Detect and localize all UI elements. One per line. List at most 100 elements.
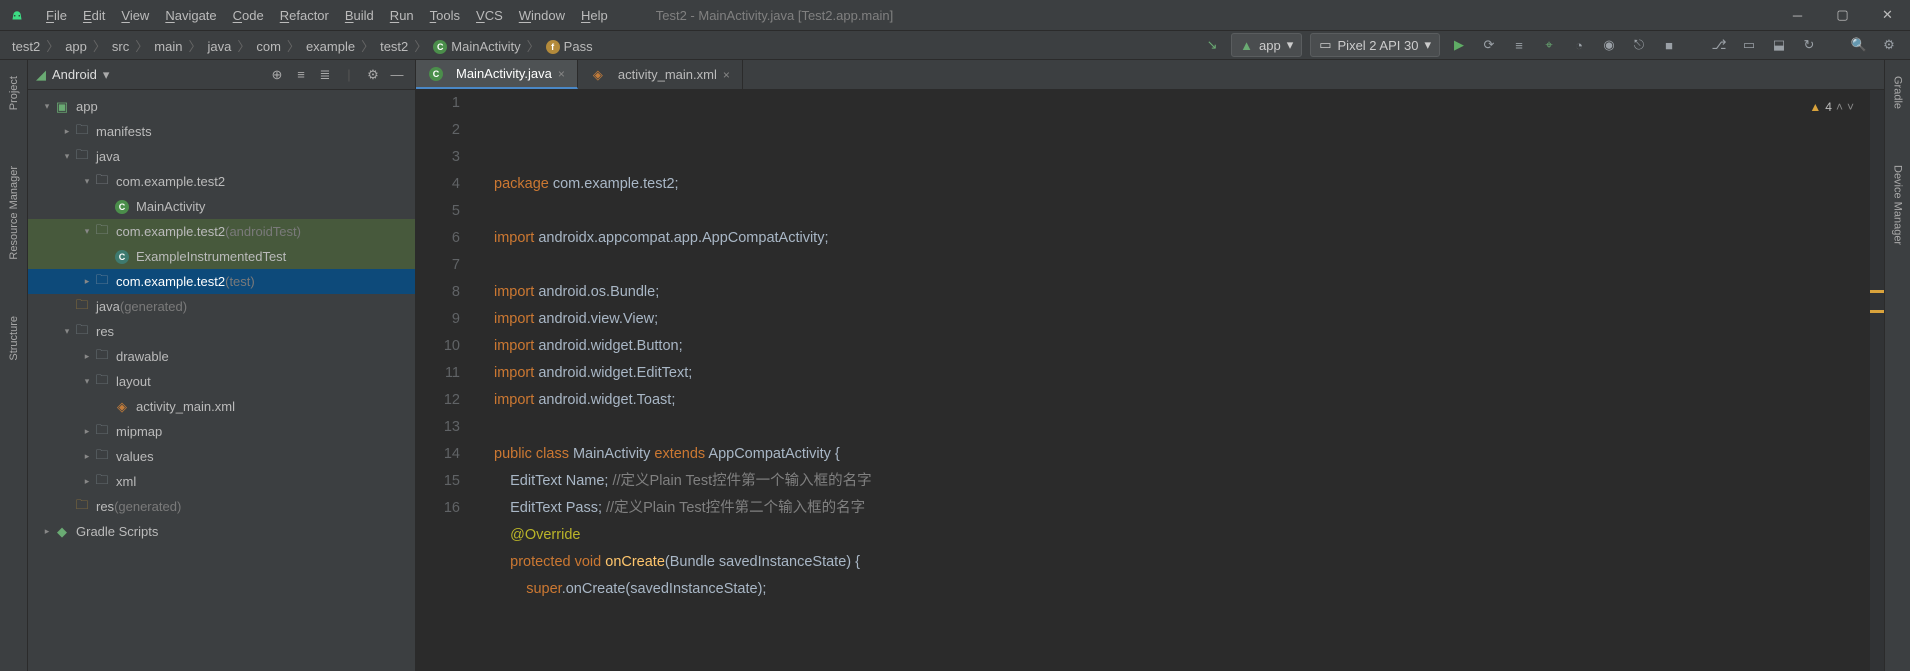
- stop-button[interactable]: ■: [1658, 34, 1680, 56]
- git-icon[interactable]: ⎇: [1708, 34, 1730, 56]
- code-line[interactable]: import android.widget.Button;: [494, 333, 1870, 360]
- menu-help[interactable]: Help: [573, 8, 616, 23]
- menu-build[interactable]: Build: [337, 8, 382, 23]
- menu-navigate[interactable]: Navigate: [157, 8, 224, 23]
- tree-row[interactable]: ▸🗀values: [28, 444, 415, 469]
- tab-close-icon[interactable]: ×: [723, 68, 730, 82]
- breadcrumb-item[interactable]: test2: [8, 39, 44, 54]
- coverage-icon[interactable]: ◉: [1598, 34, 1620, 56]
- tree-row[interactable]: ▸🗀xml: [28, 469, 415, 494]
- tree-arrow-icon[interactable]: ▸: [80, 451, 94, 462]
- code-line[interactable]: [494, 414, 1870, 441]
- code-line[interactable]: import androidx.appcompat.app.AppCompatA…: [494, 225, 1870, 252]
- select-opened-icon[interactable]: ⊕: [267, 65, 287, 85]
- tree-arrow-icon[interactable]: ▸: [80, 476, 94, 487]
- tree-row[interactable]: CExampleInstrumentedTest: [28, 244, 415, 269]
- tree-arrow-icon[interactable]: ▸: [60, 126, 74, 137]
- tab-resource-manager[interactable]: Resource Manager: [8, 158, 20, 268]
- code-line[interactable]: import android.widget.EditText;: [494, 360, 1870, 387]
- code-line[interactable]: protected void onCreate(Bundle savedInst…: [494, 549, 1870, 576]
- menu-run[interactable]: Run: [382, 8, 422, 23]
- breadcrumb-item[interactable]: src: [108, 39, 133, 54]
- module-selector[interactable]: ▲ app ▾: [1231, 33, 1302, 57]
- code-line[interactable]: EditText Pass; //定义Plain Test控件第二个输入框的名字: [494, 495, 1870, 522]
- tree-row[interactable]: ▸◆Gradle Scripts: [28, 519, 415, 544]
- avd-icon[interactable]: ▭: [1738, 34, 1760, 56]
- settings-icon[interactable]: ⚙: [1878, 34, 1900, 56]
- tab-close-icon[interactable]: ×: [558, 67, 565, 81]
- menu-refactor[interactable]: Refactor: [272, 8, 337, 23]
- tree-row[interactable]: ▸🗀mipmap: [28, 419, 415, 444]
- tree-row[interactable]: ▸🗀manifests: [28, 119, 415, 144]
- tree-arrow-icon[interactable]: ▸: [80, 351, 94, 362]
- tree-row[interactable]: ▾🗀res: [28, 319, 415, 344]
- chevron-down-icon[interactable]: ▾: [103, 67, 110, 83]
- tree-row[interactable]: 🗀res (generated): [28, 494, 415, 519]
- sync-icon[interactable]: ↘: [1201, 34, 1223, 56]
- breadcrumb-item[interactable]: java: [203, 39, 235, 54]
- warning-marker[interactable]: [1870, 290, 1884, 293]
- code-line[interactable]: @Override: [494, 522, 1870, 549]
- tree-row[interactable]: ▸🗀com.example.test2 (test): [28, 269, 415, 294]
- menu-file[interactable]: File: [38, 8, 75, 23]
- project-tree[interactable]: ▾▣app▸🗀manifests▾🗀java▾🗀com.example.test…: [28, 90, 415, 671]
- code-line[interactable]: package com.example.test2;: [494, 171, 1870, 198]
- sync-gradle-icon[interactable]: ↻: [1798, 34, 1820, 56]
- tree-arrow-icon[interactable]: ▾: [40, 101, 54, 112]
- warning-marker[interactable]: [1870, 310, 1884, 313]
- code-line[interactable]: import android.view.View;: [494, 306, 1870, 333]
- menu-view[interactable]: View: [113, 8, 157, 23]
- menu-vcs[interactable]: VCS: [468, 8, 511, 23]
- expand-icon[interactable]: ≡: [291, 65, 311, 85]
- maximize-button[interactable]: ▢: [1820, 0, 1865, 30]
- tree-arrow-icon[interactable]: ▾: [80, 226, 94, 237]
- gear-icon[interactable]: ⚙: [363, 65, 383, 85]
- menu-edit[interactable]: Edit: [75, 8, 113, 23]
- close-button[interactable]: ✕: [1865, 0, 1910, 30]
- tree-arrow-icon[interactable]: ▾: [80, 176, 94, 187]
- breadcrumb-item[interactable]: main: [150, 39, 186, 54]
- tree-row[interactable]: ◈activity_main.xml: [28, 394, 415, 419]
- tree-row[interactable]: ▾🗀layout: [28, 369, 415, 394]
- tree-arrow-icon[interactable]: ▸: [80, 426, 94, 437]
- tree-arrow-icon[interactable]: ▾: [80, 376, 94, 387]
- hide-icon[interactable]: —: [387, 65, 407, 85]
- breadcrumb-item[interactable]: com: [252, 39, 285, 54]
- code-editor[interactable]: 12345678910111213141516 ▲ 4 ˄ ˅ package …: [416, 90, 1884, 671]
- menu-tools[interactable]: Tools: [422, 8, 468, 23]
- run-button[interactable]: ▶: [1448, 34, 1470, 56]
- tree-row[interactable]: ▾▣app: [28, 94, 415, 119]
- tab-structure[interactable]: Structure: [8, 308, 20, 369]
- code-line[interactable]: EditText Name; //定义Plain Test控件第一个输入框的名字: [494, 468, 1870, 495]
- breadcrumb-item[interactable]: app: [61, 39, 91, 54]
- problems-badge[interactable]: ▲ 4 ˄ ˅: [1809, 94, 1854, 121]
- tree-row[interactable]: ▾🗀com.example.test2: [28, 169, 415, 194]
- breadcrumb-item[interactable]: example: [302, 39, 359, 54]
- chevron-down-icon[interactable]: ˅: [1847, 94, 1854, 121]
- project-mode-label[interactable]: Android: [52, 67, 97, 82]
- attach-debugger-icon[interactable]: ⎋: [1628, 34, 1650, 56]
- tree-row[interactable]: CMainActivity: [28, 194, 415, 219]
- chevron-up-icon[interactable]: ˄: [1836, 94, 1843, 121]
- breadcrumb-item[interactable]: CMainActivity: [429, 39, 524, 54]
- code-line[interactable]: import android.widget.Toast;: [494, 387, 1870, 414]
- profile-icon[interactable]: ◔: [1568, 34, 1590, 56]
- tree-arrow-icon[interactable]: ▸: [40, 526, 54, 537]
- tree-arrow-icon[interactable]: ▾: [60, 326, 74, 337]
- device-selector[interactable]: ▭ Pixel 2 API 30 ▾: [1310, 33, 1440, 57]
- tree-arrow-icon[interactable]: ▾: [60, 151, 74, 162]
- tab-gradle[interactable]: Gradle: [1892, 68, 1904, 117]
- tab-device-manager[interactable]: Device Manager: [1892, 157, 1904, 253]
- code-line[interactable]: public class MainActivity extends AppCom…: [494, 441, 1870, 468]
- editor-tab[interactable]: ◈activity_main.xml×: [578, 60, 743, 89]
- menu-code[interactable]: Code: [225, 8, 272, 23]
- tree-row[interactable]: ▾🗀java: [28, 144, 415, 169]
- tree-row[interactable]: ▸🗀drawable: [28, 344, 415, 369]
- menu-window[interactable]: Window: [511, 8, 573, 23]
- breadcrumb-item[interactable]: fPass: [542, 39, 597, 54]
- editor-tab[interactable]: CMainActivity.java×: [416, 60, 578, 89]
- debug-button[interactable]: ⌖: [1538, 34, 1560, 56]
- collapse-icon[interactable]: ≣: [315, 65, 335, 85]
- code-line[interactable]: super.onCreate(savedInstanceState);: [494, 576, 1870, 603]
- tree-row[interactable]: 🗀java (generated): [28, 294, 415, 319]
